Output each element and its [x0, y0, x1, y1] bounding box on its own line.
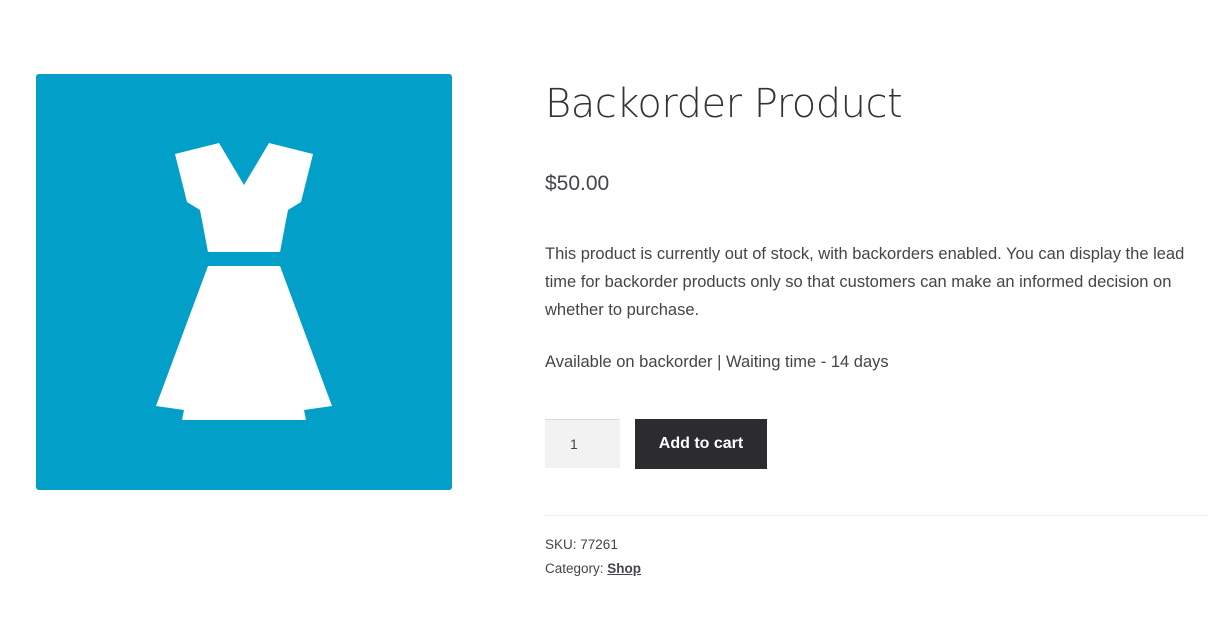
category-row: Category: Shop [545, 557, 641, 581]
divider [545, 515, 1207, 516]
product-price: $50.00 [545, 172, 610, 195]
category-link[interactable]: Shop [607, 561, 641, 576]
sku-value: 77261 [580, 537, 618, 552]
product-title: Backorder Product [545, 81, 903, 127]
sku-row: SKU: 77261 [545, 533, 641, 557]
product-description: This product is currently out of stock, … [545, 245, 1185, 319]
product-meta: SKU: 77261 Category: Shop [545, 533, 641, 581]
sku-label: SKU: [545, 537, 577, 552]
quantity-input[interactable] [545, 419, 620, 468]
add-to-cart-button[interactable]: Add to cart [635, 419, 767, 469]
category-label: Category: [545, 561, 604, 576]
dress-icon [156, 143, 332, 420]
product-image[interactable] [36, 74, 452, 490]
product-page: Backorder Product $50.00 This product is… [0, 0, 1215, 622]
stock-status: Available on backorder | Waiting time - … [545, 353, 889, 371]
